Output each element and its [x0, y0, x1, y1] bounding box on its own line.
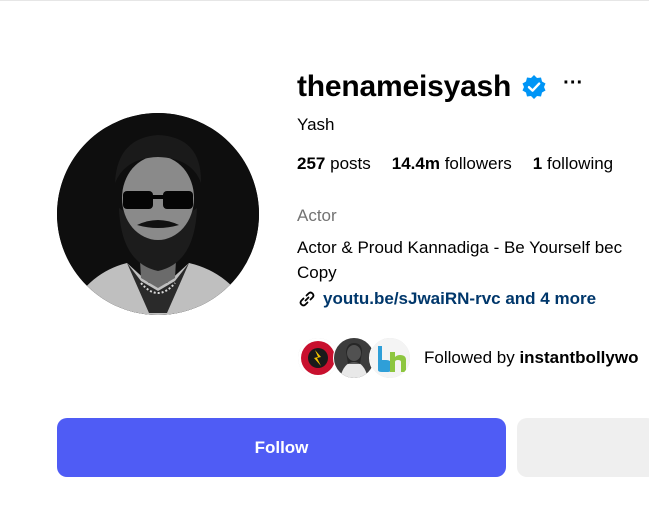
profile-avatar[interactable]	[57, 113, 259, 315]
posts-label: posts	[330, 154, 371, 173]
followed-by-text: Followed by instantbollywo	[424, 348, 638, 368]
profile-stats: 257 posts 14.4m followers 1 following	[297, 154, 634, 174]
message-button[interactable]	[517, 418, 649, 477]
more-options-icon[interactable]: ···	[563, 73, 583, 93]
link-icon	[297, 289, 317, 309]
profile-category: Actor	[297, 206, 337, 225]
following-stat[interactable]: 1 following	[533, 154, 613, 174]
following-label: following	[546, 154, 614, 173]
bio-line-1: Actor & Proud Kannadiga - Be Yourself be…	[297, 238, 623, 257]
follow-button[interactable]: Follow	[57, 418, 506, 477]
following-count: 1	[532, 154, 543, 173]
followed-by-prefix: Followed by	[424, 348, 515, 367]
top-divider	[0, 0, 649, 1]
followers-stat[interactable]: 14.4m followers	[392, 154, 512, 174]
link-text: youtu.be/sJwaiRN-rvc and 4 more	[323, 289, 597, 308]
posts-count: 257	[297, 154, 326, 173]
followed-by-names: instantbollywo	[519, 348, 639, 367]
followed-by-row[interactable]: Followed by instantbollywo	[297, 337, 649, 379]
profile-link[interactable]: youtu.be/sJwaiRN-rvc and 4 more	[297, 289, 596, 309]
bio-line-2: Copy	[297, 263, 337, 282]
follower-avatar-3	[369, 337, 411, 379]
followers-label: followers	[444, 154, 512, 173]
profile-photo	[57, 113, 259, 315]
profile-username: thenameisyash	[297, 70, 512, 103]
followers-count: 14.4m	[391, 154, 440, 173]
username-row: thenameisyash ···	[297, 66, 583, 108]
profile-full-name: Yash	[297, 115, 335, 134]
verified-badge-icon	[521, 74, 547, 100]
followed-by-avatars	[297, 337, 415, 379]
profile-bio: Actor & Proud Kannadiga - Be Yourself be…	[297, 235, 649, 285]
posts-stat[interactable]: 257 posts	[297, 154, 371, 174]
